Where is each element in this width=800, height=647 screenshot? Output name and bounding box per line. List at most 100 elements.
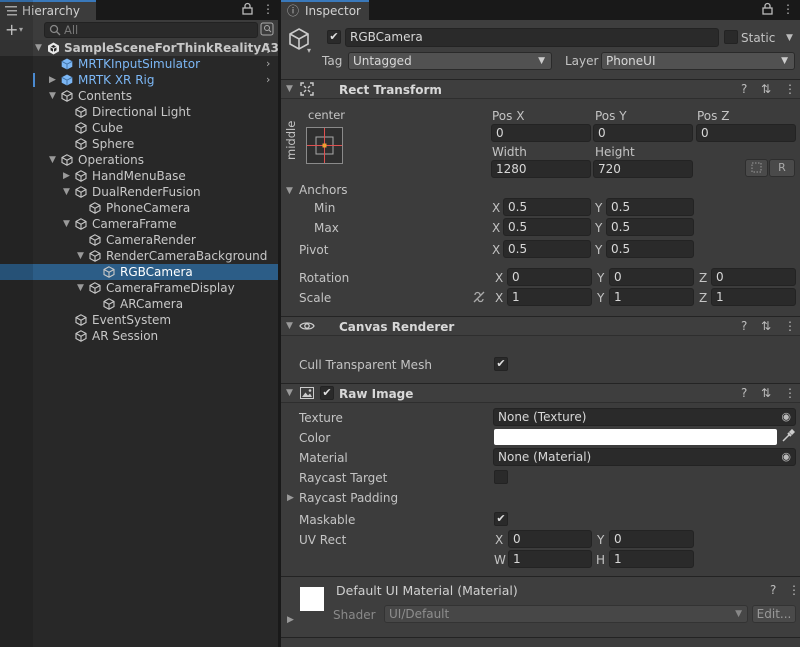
hierarchy-row[interactable]: RGBCamera: [0, 264, 278, 280]
hierarchy-row[interactable]: ▼ SampleSceneForThinkRealityA3* ⋮: [0, 40, 278, 56]
shader-dropdown[interactable]: UI/Default ▼: [384, 605, 748, 623]
chevron-down-icon[interactable]: ▼: [786, 30, 793, 46]
hierarchy-row[interactable]: Directional Light: [0, 104, 278, 120]
scene-menu-icon[interactable]: ⋮: [262, 40, 274, 56]
component-settings-icon[interactable]: ⇅: [761, 82, 777, 96]
rotation-y-input[interactable]: 0: [609, 268, 694, 286]
chevron-right-icon[interactable]: ›: [266, 72, 270, 88]
uv-rect-x-input[interactable]: 0: [508, 530, 592, 548]
shader-edit-button[interactable]: Edit...: [752, 605, 796, 623]
hierarchy-row[interactable]: ▶ MRTK XR Rig ›: [0, 72, 278, 88]
tag-dropdown[interactable]: Untagged ▼: [348, 52, 552, 70]
eyedropper-icon[interactable]: [781, 428, 796, 443]
component-menu-icon[interactable]: ⋮: [788, 583, 800, 597]
inspector-tab[interactable]: ⓘ Inspector: [281, 0, 369, 20]
search-filter-icon[interactable]: [260, 22, 274, 36]
foldout-arrow-icon[interactable]: ▶: [287, 612, 294, 628]
raw-edit-button[interactable]: R: [769, 159, 795, 177]
component-help-icon[interactable]: ?: [741, 386, 753, 400]
hierarchy-row[interactable]: ▼ RenderCameraBackground: [0, 248, 278, 264]
hierarchy-row[interactable]: ▼ CameraFrame: [0, 216, 278, 232]
hierarchy-row[interactable]: ▼ DualRenderFusion: [0, 184, 278, 200]
foldout-arrow-icon[interactable]: ▼: [63, 184, 70, 200]
foldout-arrow-icon[interactable]: ▼: [286, 81, 293, 97]
pos-z-input[interactable]: 0: [696, 124, 796, 142]
anchors-max-x-input[interactable]: 0.5: [503, 218, 591, 236]
object-picker-icon[interactable]: ◉: [781, 409, 791, 425]
hierarchy-row[interactable]: AR Session: [0, 328, 278, 344]
component-settings-icon[interactable]: ⇅: [761, 386, 777, 400]
chevron-down-icon[interactable]: ▾: [19, 22, 23, 38]
foldout-arrow-icon[interactable]: ▶: [49, 72, 56, 88]
hierarchy-row[interactable]: PhoneCamera: [0, 200, 278, 216]
rotation-x-input[interactable]: 0: [507, 268, 592, 286]
foldout-arrow-icon[interactable]: ▼: [35, 40, 42, 56]
foldout-arrow-icon[interactable]: ▼: [63, 216, 70, 232]
hierarchy-row[interactable]: ARCamera: [0, 296, 278, 312]
height-input[interactable]: 720: [593, 160, 693, 178]
hierarchy-row[interactable]: Cube: [0, 120, 278, 136]
texture-object-field[interactable]: None (Texture) ◉: [493, 408, 796, 426]
lock-icon[interactable]: [762, 2, 773, 18]
scale-z-input[interactable]: 1: [711, 288, 796, 306]
hierarchy-row[interactable]: ▼ CameraFrameDisplay: [0, 280, 278, 296]
component-help-icon[interactable]: ?: [741, 82, 753, 96]
pivot-y-input[interactable]: 0.5: [606, 240, 694, 258]
uv-rect-y-input[interactable]: 0: [609, 530, 694, 548]
hierarchy-row[interactable]: CameraRender: [0, 232, 278, 248]
raw-image-header[interactable]: ▼ ✔ Raw Image ? ⇅ ⋮: [281, 383, 800, 403]
component-settings-icon[interactable]: ⇅: [761, 319, 777, 333]
foldout-arrow-icon[interactable]: ▼: [49, 88, 56, 104]
scale-y-input[interactable]: 1: [609, 288, 694, 306]
pos-y-input[interactable]: 0: [593, 124, 693, 142]
active-checkbox[interactable]: ✔: [327, 30, 341, 44]
scale-x-input[interactable]: 1: [507, 288, 592, 306]
pos-x-input[interactable]: 0: [491, 124, 591, 142]
uv-rect-h-input[interactable]: 1: [609, 550, 694, 568]
anchors-max-y-input[interactable]: 0.5: [606, 218, 694, 236]
foldout-arrow-icon[interactable]: ▼: [77, 248, 84, 264]
foldout-arrow-icon[interactable]: ▶: [63, 168, 70, 184]
static-checkbox[interactable]: [724, 30, 738, 44]
hierarchy-row[interactable]: EventSystem: [0, 312, 278, 328]
component-help-icon[interactable]: ?: [741, 319, 753, 333]
component-menu-icon[interactable]: ⋮: [784, 319, 800, 333]
object-name-input[interactable]: RGBCamera: [345, 28, 719, 47]
foldout-arrow-icon[interactable]: ▼: [77, 280, 84, 296]
foldout-arrow-icon[interactable]: ▼: [286, 385, 293, 401]
layer-dropdown[interactable]: PhoneUI ▼: [601, 52, 795, 70]
component-menu-icon[interactable]: ⋮: [784, 386, 800, 400]
foldout-arrow-icon[interactable]: ▼: [49, 152, 56, 168]
add-icon[interactable]: +: [5, 22, 18, 38]
hierarchy-row[interactable]: Sphere: [0, 136, 278, 152]
chevron-right-icon[interactable]: ›: [266, 56, 270, 72]
hierarchy-row[interactable]: ▼ Operations: [0, 152, 278, 168]
hierarchy-row[interactable]: ▼ Contents: [0, 88, 278, 104]
constrain-proportions-icon[interactable]: [472, 290, 486, 304]
lock-icon[interactable]: [242, 2, 253, 18]
foldout-arrow-icon[interactable]: ▼: [286, 318, 293, 334]
component-help-icon[interactable]: ?: [770, 583, 782, 597]
component-menu-icon[interactable]: ⋮: [784, 82, 800, 96]
rect-transform-header[interactable]: ▼ Rect Transform ? ⇅ ⋮: [281, 79, 800, 99]
raycast-target-checkbox[interactable]: [494, 470, 508, 484]
pivot-x-input[interactable]: 0.5: [503, 240, 591, 258]
hierarchy-row[interactable]: MRTKInputSimulator ›: [0, 56, 278, 72]
hierarchy-row[interactable]: ▶ HandMenuBase: [0, 168, 278, 184]
search-input[interactable]: All: [44, 22, 258, 38]
material-object-field[interactable]: None (Material) ◉: [493, 448, 796, 466]
cull-transparent-mesh-checkbox[interactable]: ✔: [494, 357, 508, 371]
chevron-down-icon[interactable]: ▾: [307, 46, 311, 55]
uv-rect-w-input[interactable]: 1: [508, 550, 592, 568]
raw-image-enabled-checkbox[interactable]: ✔: [320, 386, 334, 400]
object-picker-icon[interactable]: ◉: [781, 449, 791, 465]
foldout-arrow-icon[interactable]: ▼: [286, 183, 293, 199]
width-input[interactable]: 1280: [491, 160, 591, 178]
panel-menu-icon[interactable]: ⋮: [262, 2, 274, 16]
maskable-checkbox[interactable]: ✔: [494, 512, 508, 526]
hierarchy-tab[interactable]: Hierarchy: [0, 0, 96, 20]
anchors-min-x-input[interactable]: 0.5: [503, 198, 591, 216]
anchors-min-y-input[interactable]: 0.5: [606, 198, 694, 216]
foldout-arrow-icon[interactable]: ▶: [287, 490, 294, 506]
color-swatch[interactable]: [494, 429, 777, 445]
